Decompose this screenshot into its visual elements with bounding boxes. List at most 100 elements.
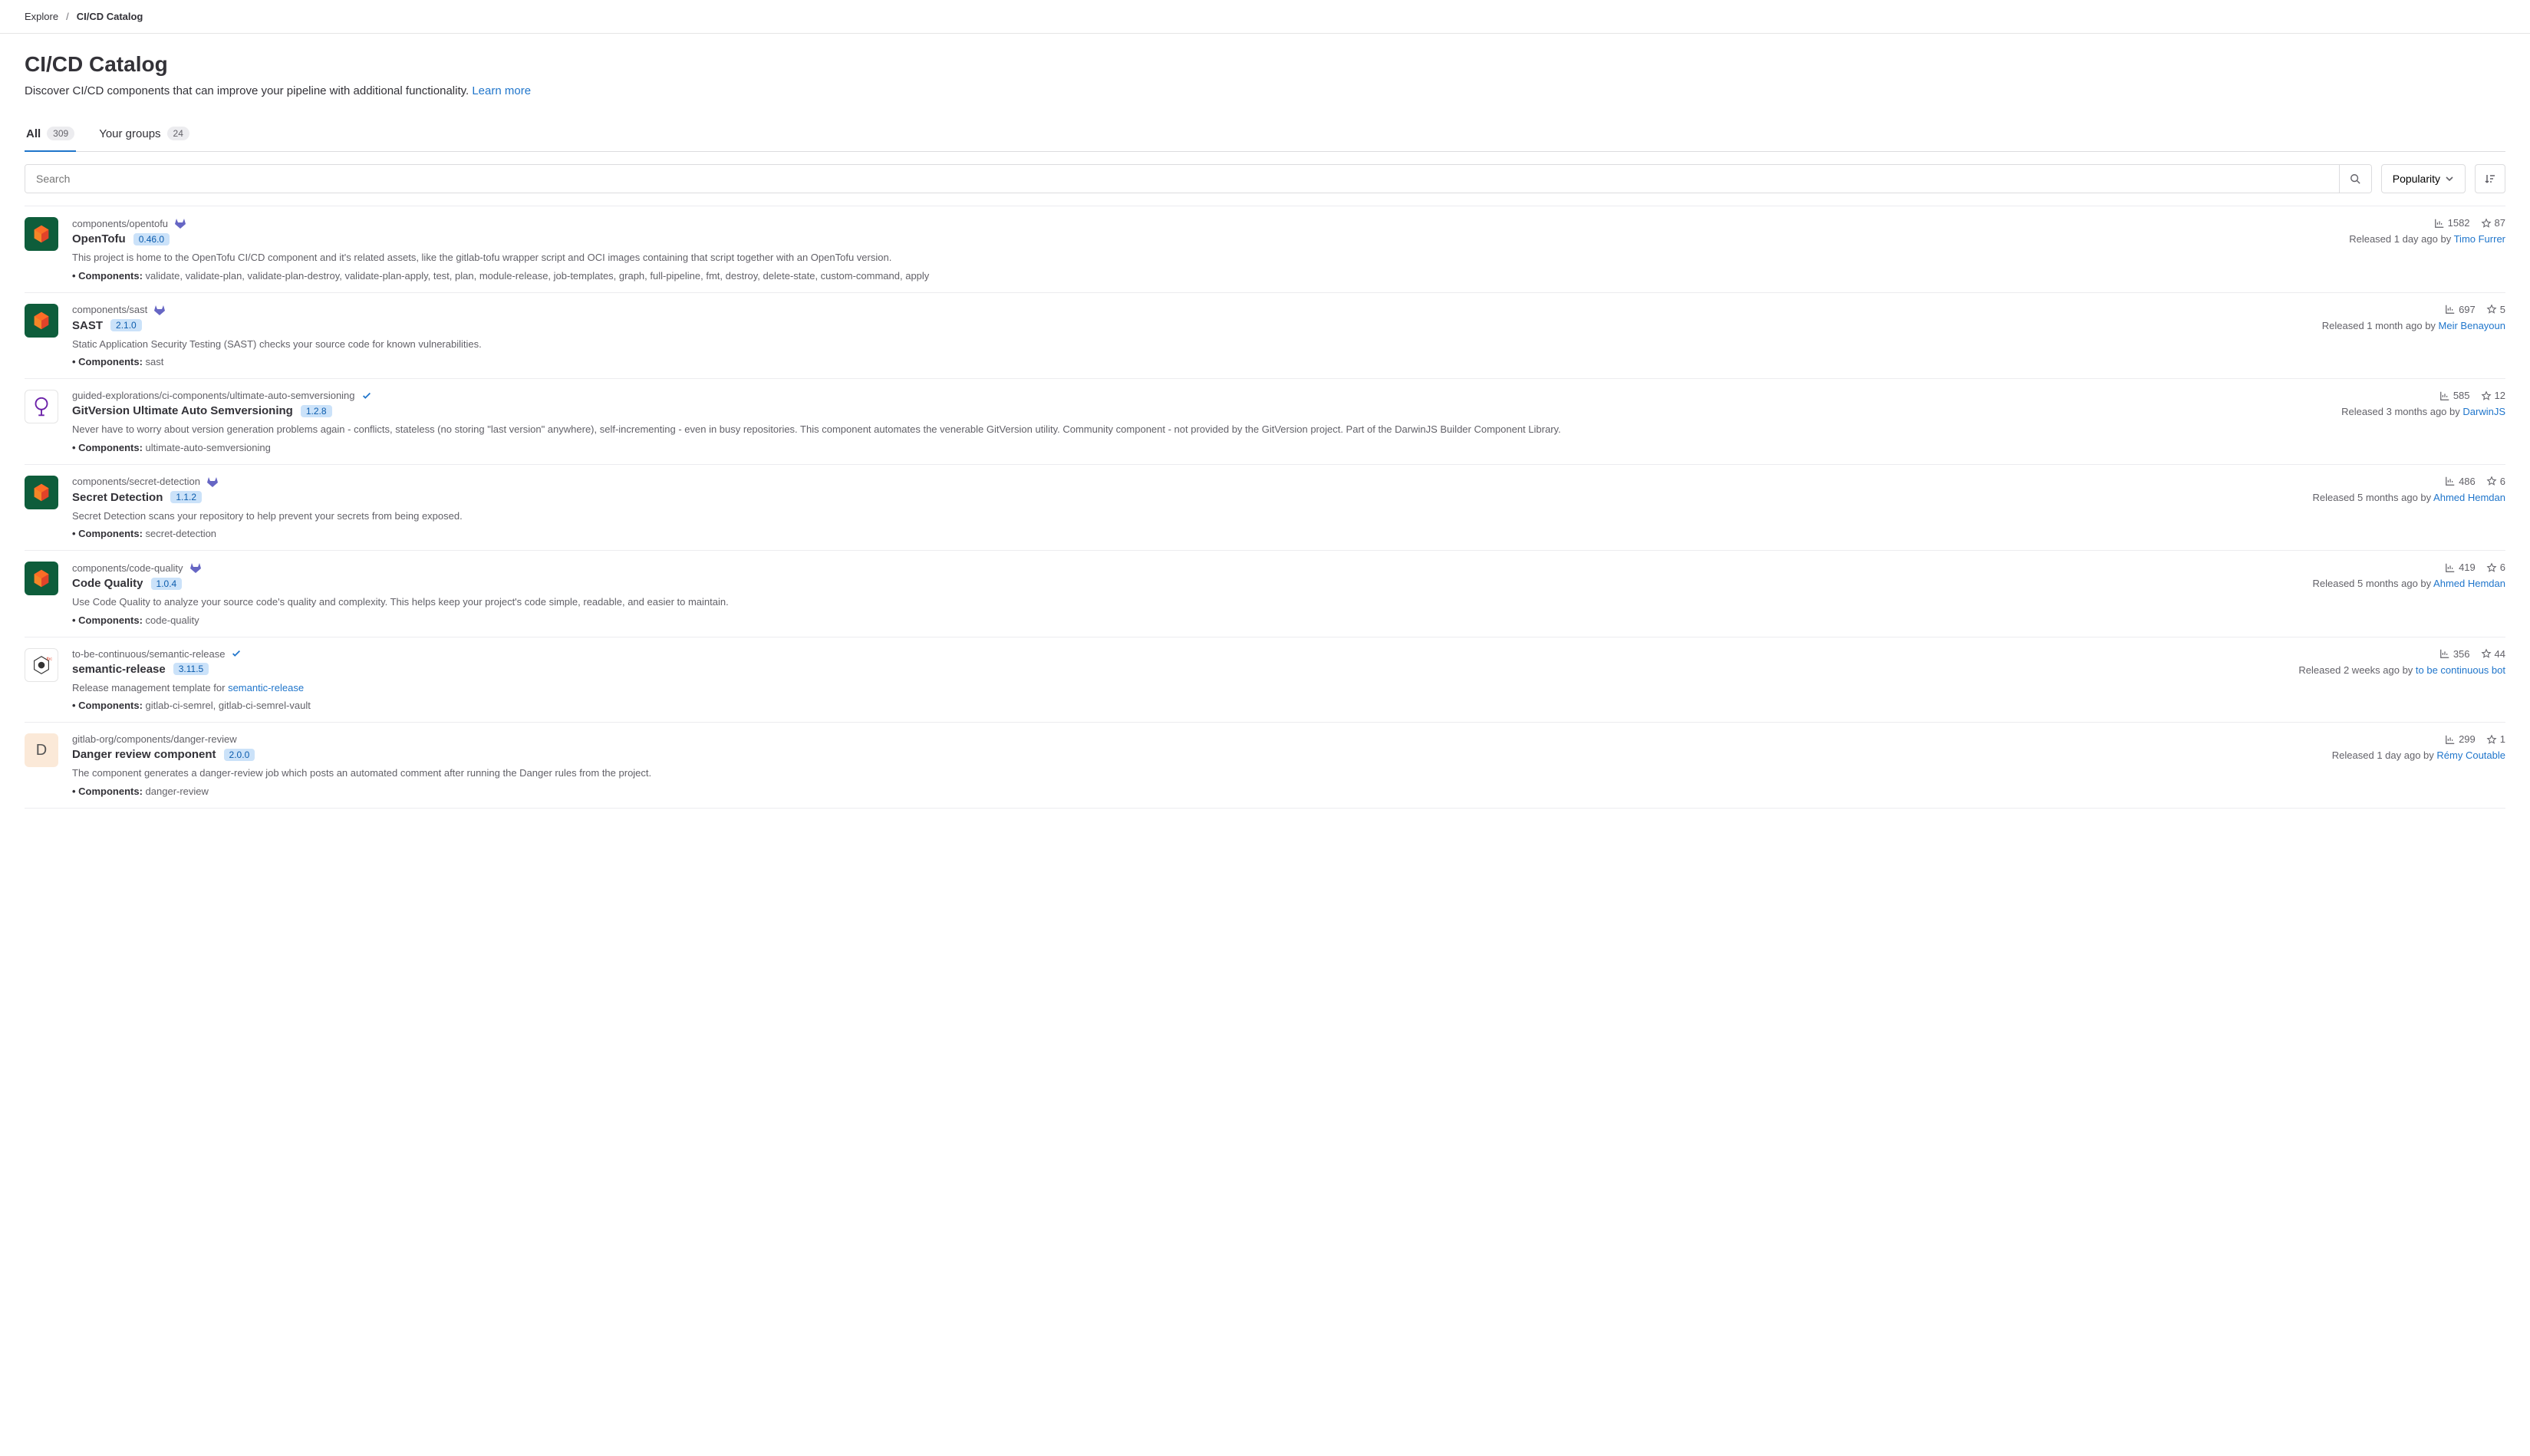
project-avatar[interactable]	[25, 217, 58, 251]
item-body: components/code-quality Code Quality 1.0.…	[72, 562, 2298, 626]
project-avatar[interactable]: tbc	[25, 648, 58, 682]
released-info: Released 5 months ago by Ahmed Hemdan	[2312, 492, 2505, 503]
item-components: • Components: ultimate-auto-semversionin…	[72, 442, 2327, 453]
author-link[interactable]: Rémy Coutable	[2436, 749, 2505, 761]
released-info: Released 5 months ago by Ahmed Hemdan	[2312, 578, 2505, 589]
item-description: The component generates a danger-review …	[72, 766, 2318, 781]
item-path[interactable]: gitlab-org/components/danger-review	[72, 733, 237, 745]
version-badge: 3.11.5	[173, 663, 209, 675]
star-icon	[2481, 390, 2492, 401]
released-info: Released 1 day ago by Rémy Coutable	[2332, 749, 2505, 761]
author-link[interactable]: Meir Benayoun	[2439, 320, 2505, 331]
usage-stat: 419	[2445, 562, 2476, 573]
chart-icon	[2434, 218, 2445, 229]
item-title[interactable]: Danger review component	[72, 748, 216, 761]
star-icon	[2486, 476, 2497, 486]
tabs: All309 Your groups 24	[25, 119, 2505, 152]
item-title[interactable]: GitVersion Ultimate Auto Semversioning	[72, 404, 293, 417]
learn-more-link[interactable]: Learn more	[472, 84, 531, 97]
item-path[interactable]: components/code-quality	[72, 562, 183, 574]
tab-count: 309	[47, 127, 74, 140]
search-button[interactable]	[2339, 165, 2371, 193]
verified-check-icon	[361, 390, 372, 401]
gitlab-badge-icon	[153, 304, 166, 316]
star-stat[interactable]: 6	[2486, 476, 2505, 487]
search-icon	[2350, 173, 2360, 184]
sort-direction-button[interactable]	[2475, 164, 2505, 193]
project-avatar[interactable]	[25, 390, 58, 423]
item-meta: 419 6 Released 5 months ago by Ahmed Hem…	[2312, 562, 2505, 626]
desc-link[interactable]: semantic-release	[228, 682, 304, 693]
version-badge: 1.0.4	[151, 578, 183, 590]
item-components: • Components: secret-detection	[72, 528, 2298, 539]
version-badge: 1.2.8	[301, 405, 332, 417]
star-stat[interactable]: 5	[2486, 304, 2505, 315]
chart-icon	[2439, 390, 2450, 401]
tab-count: 24	[167, 127, 189, 140]
project-avatar[interactable]: D	[25, 733, 58, 767]
project-avatar[interactable]	[25, 476, 58, 509]
page-title: CI/CD Catalog	[25, 52, 2505, 77]
author-link[interactable]: DarwinJS	[2462, 406, 2505, 417]
usage-stat: 697	[2445, 304, 2476, 315]
chart-icon	[2445, 304, 2456, 315]
project-avatar[interactable]	[25, 304, 58, 338]
star-stat[interactable]: 6	[2486, 562, 2505, 573]
breadcrumb-explore[interactable]: Explore	[25, 11, 58, 22]
item-description: This project is home to the OpenTofu CI/…	[72, 250, 2335, 265]
item-description: Never have to worry about version genera…	[72, 422, 2327, 437]
star-stat[interactable]: 12	[2481, 390, 2505, 401]
catalog-item: components/code-quality Code Quality 1.0.…	[25, 551, 2505, 637]
released-info: Released 2 weeks ago by to be continuous…	[2298, 664, 2505, 676]
star-icon	[2486, 562, 2497, 573]
item-path[interactable]: components/opentofu	[72, 218, 168, 229]
star-stat[interactable]: 87	[2481, 217, 2505, 229]
item-path[interactable]: guided-explorations/ci-components/ultima…	[72, 390, 355, 401]
usage-stat: 1582	[2434, 217, 2470, 229]
item-meta: 486 6 Released 5 months ago by Ahmed Hem…	[2312, 476, 2505, 540]
item-title[interactable]: semantic-release	[72, 663, 166, 676]
usage-stat: 356	[2439, 648, 2470, 660]
chart-icon	[2445, 562, 2456, 573]
item-path-row: components/secret-detection	[72, 476, 2298, 488]
sort-desc-icon	[2484, 173, 2496, 185]
item-title[interactable]: OpenTofu	[72, 232, 126, 245]
star-icon	[2486, 734, 2497, 745]
author-link[interactable]: to be continuous bot	[2416, 664, 2505, 676]
released-info: Released 3 months ago by DarwinJS	[2341, 406, 2505, 417]
item-components: • Components: danger-review	[72, 786, 2318, 797]
catalog-item: components/secret-detection Secret Detec…	[25, 465, 2505, 552]
gitlab-badge-icon	[189, 562, 202, 574]
item-path[interactable]: to-be-continuous/semantic-release	[72, 648, 225, 660]
item-body: gitlab-org/components/danger-review Dang…	[72, 733, 2318, 797]
item-path[interactable]: components/secret-detection	[72, 476, 200, 487]
catalog-item: tbc to-be-continuous/semantic-release sem…	[25, 637, 2505, 723]
chart-icon	[2445, 734, 2456, 745]
item-body: guided-explorations/ci-components/ultima…	[72, 390, 2327, 453]
tab-label: Your groups	[99, 127, 160, 140]
item-description: Static Application Security Testing (SAS…	[72, 337, 2308, 352]
item-path[interactable]: components/sast	[72, 304, 147, 315]
search-input[interactable]	[25, 165, 2339, 193]
sort-dropdown[interactable]: Popularity	[2381, 164, 2466, 193]
released-info: Released 1 day ago by Timo Furrer	[2349, 233, 2505, 245]
item-title[interactable]: Code Quality	[72, 577, 143, 590]
item-body: components/sast SAST2.1.0Static Applicat…	[72, 304, 2308, 368]
usage-stat: 299	[2445, 733, 2476, 745]
chevron-down-icon	[2445, 174, 2454, 183]
author-link[interactable]: Timo Furrer	[2454, 233, 2505, 245]
tab-your-groups[interactable]: Your groups 24	[97, 119, 191, 151]
star-stat[interactable]: 1	[2486, 733, 2505, 745]
author-link[interactable]: Ahmed Hemdan	[2433, 578, 2505, 589]
star-icon	[2486, 304, 2497, 315]
item-title[interactable]: SAST	[72, 319, 103, 332]
project-avatar[interactable]	[25, 562, 58, 595]
author-link[interactable]: Ahmed Hemdan	[2433, 492, 2505, 503]
item-meta: 356 44 Released 2 weeks ago by to be con…	[2298, 648, 2505, 712]
item-title[interactable]: Secret Detection	[72, 491, 163, 504]
item-path-row: gitlab-org/components/danger-review	[72, 733, 2318, 745]
star-stat[interactable]: 44	[2481, 648, 2505, 660]
item-path-row: components/sast	[72, 304, 2308, 316]
tab-all[interactable]: All309	[25, 119, 76, 151]
chart-icon	[2445, 476, 2456, 486]
